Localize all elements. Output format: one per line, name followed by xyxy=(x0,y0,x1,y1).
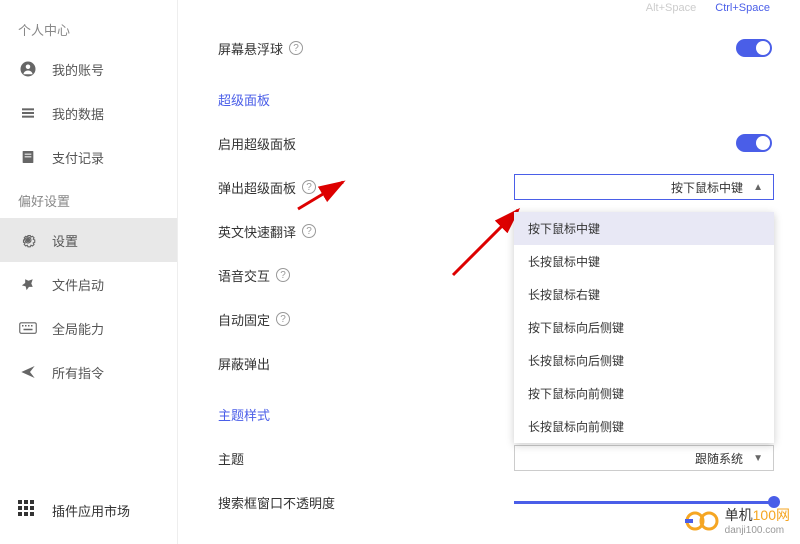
sidebar-item-commands[interactable]: 所有指令 xyxy=(0,350,177,394)
theme-dropdown[interactable]: 跟随系统 ▼ xyxy=(514,445,774,471)
gear-icon xyxy=(18,230,38,250)
help-icon[interactable]: ? xyxy=(276,312,290,326)
quick-translate-label: 英文快速翻译 xyxy=(218,222,296,241)
theme-label: 主题 xyxy=(218,449,244,468)
chevron-down-icon: ▼ xyxy=(753,453,763,464)
setting-enable-super-panel: 启用超级面板 xyxy=(218,121,780,165)
account-icon xyxy=(18,59,38,79)
dropdown-option[interactable]: 长按鼠标向后侧键 xyxy=(514,344,774,377)
sidebar-item-file-launch[interactable]: 文件启动 xyxy=(0,262,177,306)
help-icon[interactable]: ? xyxy=(302,224,316,238)
floating-ball-toggle[interactable] xyxy=(736,39,772,57)
sidebar-item-settings[interactable]: 设置 xyxy=(0,218,177,262)
rocket-icon xyxy=(18,274,38,294)
popup-super-panel-label: 弹出超级面板 xyxy=(218,178,296,197)
sidebar-item-label: 支付记录 xyxy=(52,148,104,167)
dropdown-option[interactable]: 按下鼠标中键 xyxy=(514,212,774,245)
voice-interact-label: 语音交互 xyxy=(218,266,270,285)
shortcut-hints: Alt+Space Ctrl+Space xyxy=(646,2,770,14)
content-area: Alt+Space Ctrl+Space 屏幕悬浮球? 超级面板 启用超级面板 … xyxy=(178,0,800,544)
dropdown-menu: 按下鼠标中键 长按鼠标中键 长按鼠标右键 按下鼠标向后侧键 长按鼠标向后侧键 按… xyxy=(514,212,774,443)
sidebar: 个人中心 我的账号 我的数据 支付记录 偏好设置 设置 文件启动 全局能力 所有 xyxy=(0,0,178,544)
watermark-brand: 单机100网 xyxy=(725,505,790,525)
sidebar-item-label: 全局能力 xyxy=(52,319,104,338)
sidebar-item-label: 所有指令 xyxy=(52,363,104,382)
dropdown-option[interactable]: 长按鼠标向前侧键 xyxy=(514,410,774,443)
sidebar-item-label: 文件启动 xyxy=(52,275,104,294)
dropdown-option[interactable]: 按下鼠标向后侧键 xyxy=(514,311,774,344)
keyboard-icon xyxy=(18,318,38,338)
section-personal-center: 个人中心 xyxy=(0,8,177,47)
sidebar-item-label: 我的数据 xyxy=(52,104,104,123)
super-panel-section: 超级面板 xyxy=(218,90,780,109)
logo-icon xyxy=(685,509,719,533)
dropdown-option[interactable]: 长按鼠标右键 xyxy=(514,278,774,311)
plugin-market[interactable]: 插件应用市场 xyxy=(0,488,178,532)
setting-floating-ball: 屏幕悬浮球? xyxy=(218,26,780,70)
sidebar-item-data[interactable]: 我的数据 xyxy=(0,91,177,135)
apps-icon xyxy=(18,500,38,520)
data-icon xyxy=(18,103,38,123)
receipt-icon xyxy=(18,147,38,167)
help-icon[interactable]: ? xyxy=(302,180,316,194)
chevron-up-icon: ▲ xyxy=(753,182,763,193)
setting-popup-super-panel: 弹出超级面板? 按下鼠标中键 ▲ xyxy=(218,165,780,209)
watermark: 单机100网 danji100.com xyxy=(685,505,790,536)
send-icon xyxy=(18,362,38,382)
section-preferences: 偏好设置 xyxy=(0,179,177,218)
dropdown-selected: 按下鼠标中键 xyxy=(671,179,743,196)
dropdown-selected: 跟随系统 xyxy=(695,450,743,467)
auto-fixed-label: 自动固定 xyxy=(218,310,270,329)
search-opacity-label: 搜索框窗口不透明度 xyxy=(218,493,335,512)
sidebar-item-label: 设置 xyxy=(52,231,78,250)
alt-shortcut: Alt+Space xyxy=(646,2,696,14)
plugin-market-label: 插件应用市场 xyxy=(52,501,130,520)
popup-trigger-dropdown[interactable]: 按下鼠标中键 ▲ xyxy=(514,174,774,200)
enable-super-panel-toggle[interactable] xyxy=(736,134,772,152)
floating-ball-label: 屏幕悬浮球 xyxy=(218,39,283,58)
sidebar-item-global[interactable]: 全局能力 xyxy=(0,306,177,350)
dropdown-option[interactable]: 长按鼠标中键 xyxy=(514,245,774,278)
help-icon[interactable]: ? xyxy=(289,41,303,55)
dropdown-option[interactable]: 按下鼠标向前侧键 xyxy=(514,377,774,410)
sidebar-item-payment[interactable]: 支付记录 xyxy=(0,135,177,179)
opacity-slider[interactable] xyxy=(514,501,774,504)
help-icon[interactable]: ? xyxy=(276,268,290,282)
sidebar-item-label: 我的账号 xyxy=(52,60,104,79)
watermark-url: danji100.com xyxy=(725,525,790,536)
screen-popup-label: 屏蔽弹出 xyxy=(218,354,270,373)
enable-super-panel-label: 启用超级面板 xyxy=(218,134,296,153)
ctrl-shortcut: Ctrl+Space xyxy=(715,2,770,14)
sidebar-item-account[interactable]: 我的账号 xyxy=(0,47,177,91)
